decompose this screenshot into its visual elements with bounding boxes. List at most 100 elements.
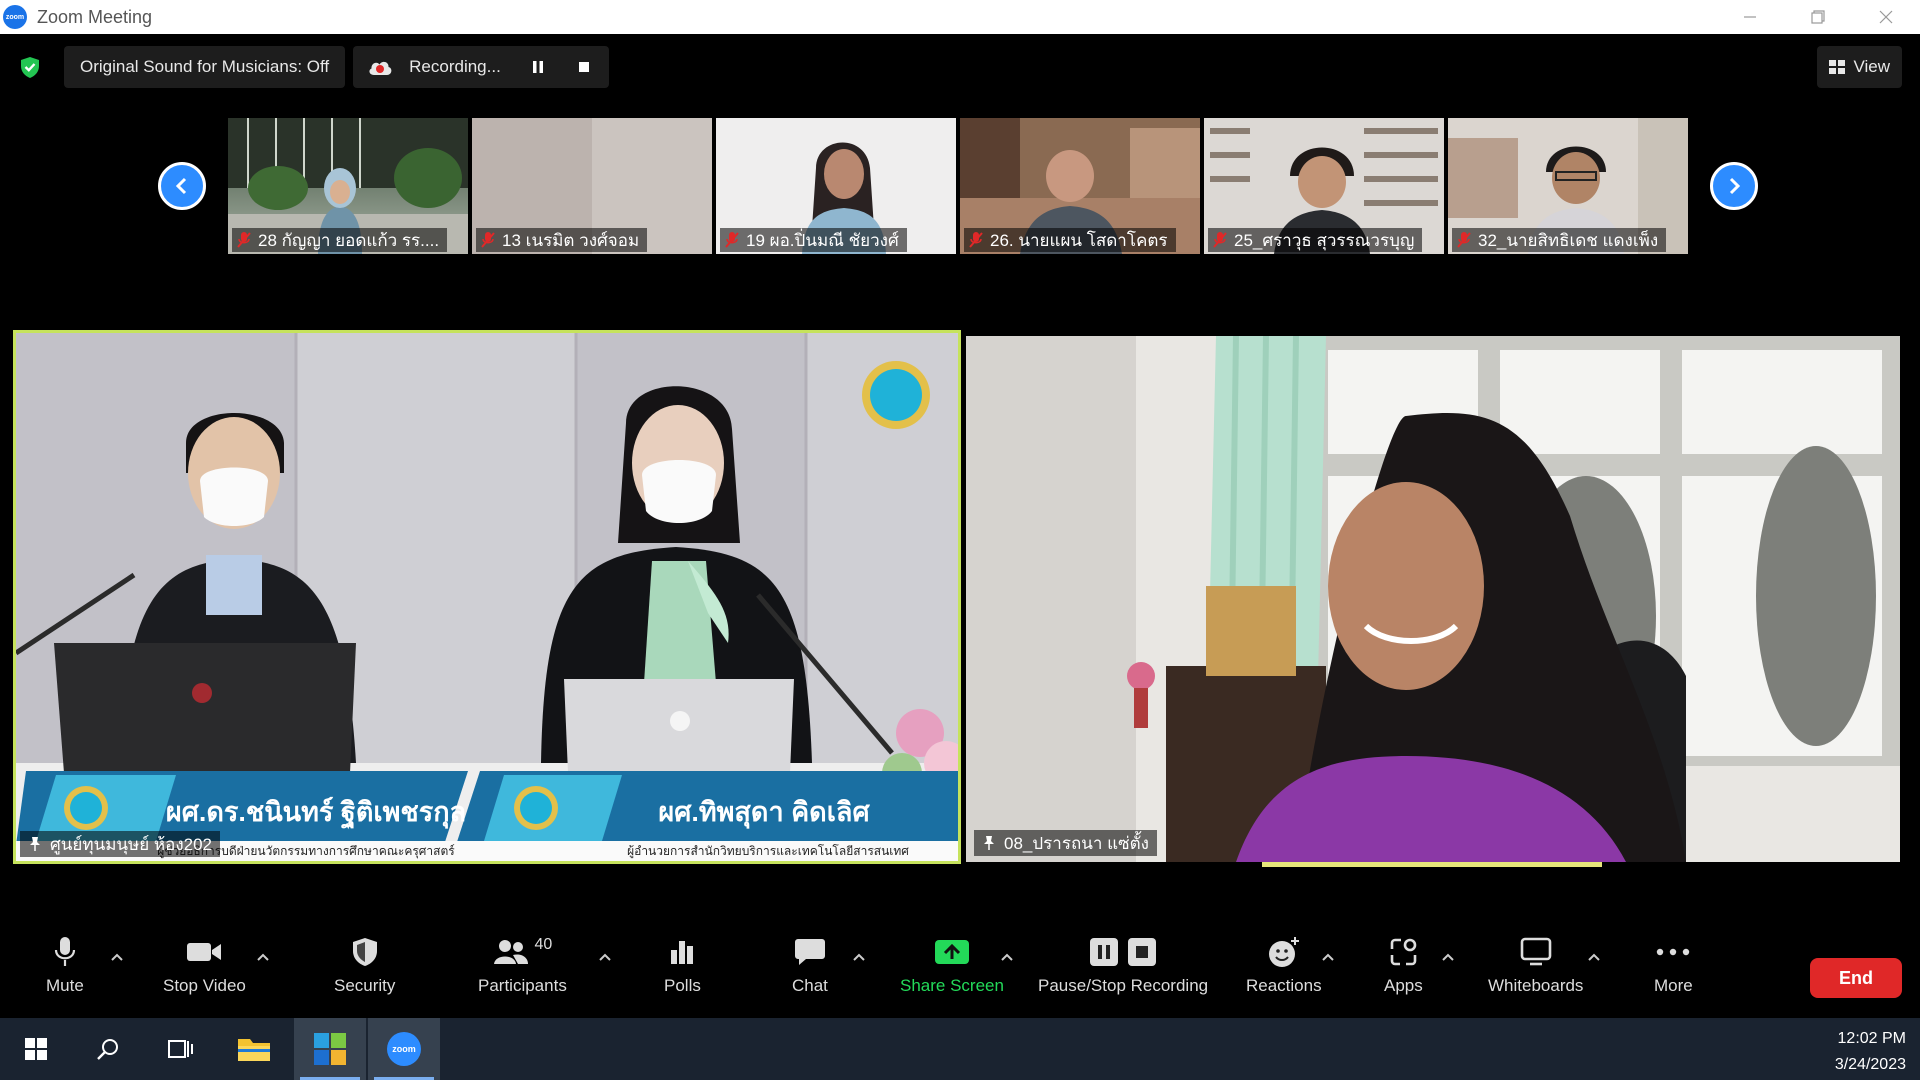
end-meeting-button[interactable]: End bbox=[1810, 958, 1902, 998]
chat-button[interactable]: Chat bbox=[792, 930, 828, 996]
participants-icon bbox=[493, 940, 528, 964]
restore-icon bbox=[1811, 10, 1825, 24]
security-button[interactable]: Security bbox=[334, 930, 395, 996]
banner-left-name: ผศ.ดร.ชนินทร์ ฐิติเพชรกุล bbox=[166, 796, 466, 830]
end-label: End bbox=[1839, 967, 1873, 988]
whiteboards-button[interactable]: Whiteboards bbox=[1488, 930, 1583, 996]
pin-icon bbox=[984, 836, 994, 850]
store-app-icon bbox=[314, 1033, 346, 1065]
chat-label: Chat bbox=[792, 976, 828, 995]
participant-name: 08_ปรารถนา แซ่ตั้ง bbox=[1004, 833, 1149, 853]
previous-page-button[interactable] bbox=[158, 162, 206, 210]
participants-options-chevron-up-icon[interactable] bbox=[598, 952, 612, 962]
participant-name-label: 25_ศราวุธ สุวรรณวรบุญ bbox=[1208, 228, 1423, 252]
original-sound-toggle[interactable]: Original Sound for Musicians: Off bbox=[64, 46, 346, 88]
participant-tile[interactable]: 28 กัญญา ยอดแก้ว รร.... bbox=[228, 118, 468, 254]
participant-tile[interactable]: 25_ศราวุธ สุวรรณวรบุญ bbox=[1204, 118, 1444, 254]
participant-name: ศูนย์ทุนมนุษย์ ห้อง202 bbox=[50, 834, 212, 854]
pause-stop-recording-label: Pause/Stop Recording bbox=[1038, 976, 1209, 995]
reactions-button[interactable]: Reactions bbox=[1246, 930, 1322, 996]
task-view-icon bbox=[168, 1040, 193, 1058]
zoom-taskbar-icon-text: zoom bbox=[392, 1044, 416, 1054]
polls-button[interactable]: Polls bbox=[664, 930, 701, 996]
more-dots-icon bbox=[1657, 948, 1690, 956]
zoom-taskbar-icon: zoom bbox=[387, 1032, 421, 1066]
video-options-chevron-up-icon[interactable] bbox=[256, 952, 270, 962]
reactions-label: Reactions bbox=[1246, 976, 1322, 995]
whiteboard-icon bbox=[1520, 937, 1552, 966]
whiteboards-options-chevron-up-icon[interactable] bbox=[1587, 952, 1601, 962]
participant-name-label: 13 เนรมิต วงศ์จอม bbox=[476, 228, 648, 252]
participant-name-label: ศูนย์ทุนมนุษย์ ห้อง202 bbox=[20, 831, 220, 857]
search-button[interactable] bbox=[72, 1018, 144, 1080]
bar-chart-icon bbox=[671, 941, 694, 964]
participant-name: 19 ผอ.ปิ่นมณี ชัยวงศ์ bbox=[746, 230, 899, 250]
pause-stop-recording-button[interactable]: Pause/Stop Recording bbox=[1038, 930, 1208, 996]
participant-name: 25_ศราวุธ สุวรรณวรบุญ bbox=[1234, 230, 1415, 250]
zoom-taskbar-button[interactable]: zoom bbox=[368, 1018, 440, 1080]
muted-mic-icon bbox=[1457, 232, 1471, 248]
window-controls bbox=[1716, 0, 1920, 34]
participant-tile[interactable]: 13 เนรมิต วงศ์จอม bbox=[472, 118, 712, 254]
participant-tile[interactable]: 19 ผอ.ปิ่นมณี ชัยวงศ์ bbox=[716, 118, 956, 254]
apps-icon bbox=[1391, 938, 1417, 966]
store-app-button[interactable] bbox=[294, 1018, 366, 1080]
participant-tile[interactable]: 26. นายแผน โสดาโคตร bbox=[960, 118, 1200, 254]
meeting-toolbar: Mute Stop Video Security 40 Participants… bbox=[0, 920, 1920, 1018]
microphone-icon bbox=[54, 937, 75, 966]
share-options-chevron-up-icon[interactable] bbox=[1000, 952, 1014, 962]
mute-button[interactable]: Mute bbox=[46, 930, 84, 996]
stop-recording-button[interactable] bbox=[575, 58, 593, 76]
windows-logo-icon bbox=[25, 1038, 47, 1060]
share-screen-label: Share Screen bbox=[900, 976, 1004, 995]
video-camera-icon bbox=[187, 943, 222, 961]
main-video-tile[interactable]: ผศ.ดร.ชนินทร์ ฐิติเพชรกุล ผู้ช่วยอธิการบ… bbox=[13, 330, 961, 864]
shield-check-icon[interactable] bbox=[18, 55, 42, 79]
cloud-recording-icon bbox=[369, 61, 392, 75]
security-label: Security bbox=[334, 976, 396, 995]
chevron-left-icon bbox=[175, 177, 187, 195]
file-explorer-button[interactable] bbox=[218, 1018, 290, 1080]
meeting-area: Original Sound for Musicians: Off Record… bbox=[0, 34, 1920, 1018]
audio-options-chevron-up-icon[interactable] bbox=[110, 952, 124, 962]
whiteboards-label: Whiteboards bbox=[1488, 976, 1584, 995]
original-sound-label: Original Sound for Musicians: Off bbox=[80, 57, 330, 76]
restore-button[interactable] bbox=[1784, 0, 1852, 34]
share-screen-button[interactable]: Share Screen bbox=[900, 930, 1004, 996]
start-button[interactable] bbox=[0, 1018, 72, 1080]
zoom-app-icon: zoom bbox=[3, 5, 27, 29]
banner-right-subtitle: ผู้อำนวยการสำนักวิทยบริการและเทคโนโลยีสา… bbox=[627, 844, 909, 859]
participant-name-label: 08_ปรารถนา แซ่ตั้ง bbox=[974, 830, 1157, 856]
participant-tile[interactable]: 32_นายสิทธิเดช แดงเพ็ง bbox=[1448, 118, 1688, 254]
apps-label: Apps bbox=[1384, 976, 1423, 995]
view-button[interactable]: View bbox=[1817, 46, 1902, 88]
close-button[interactable] bbox=[1852, 0, 1920, 34]
next-page-button[interactable] bbox=[1710, 162, 1758, 210]
chat-options-chevron-up-icon[interactable] bbox=[852, 952, 866, 962]
more-label: More bbox=[1654, 976, 1693, 995]
participant-name: 28 กัญญา ยอดแก้ว รร.... bbox=[258, 230, 440, 250]
apps-button[interactable]: Apps bbox=[1384, 930, 1423, 996]
participant-name-label: 28 กัญญา ยอดแก้ว รร.... bbox=[232, 228, 448, 252]
polls-label: Polls bbox=[664, 976, 701, 995]
apps-options-chevron-up-icon[interactable] bbox=[1441, 952, 1455, 962]
main-video-tile[interactable]: 08_ปรารถนา แซ่ตั้ง bbox=[966, 336, 1900, 862]
grid-view-icon bbox=[1829, 60, 1846, 74]
more-button[interactable]: More bbox=[1654, 930, 1693, 996]
participants-count: 40 bbox=[534, 936, 553, 953]
reactions-options-chevron-up-icon[interactable] bbox=[1321, 952, 1335, 962]
main-video-scene: ผศ.ดร.ชนินทร์ ฐิติเพชรกุล ผู้ช่วยอธิการบ… bbox=[16, 333, 958, 861]
banner-right-name: ผศ.ทิพสุดา คิดเลิศ bbox=[658, 797, 870, 829]
participants-button[interactable]: 40 Participants bbox=[478, 930, 567, 996]
participant-name-label: 19 ผอ.ปิ่นมณี ชัยวงศ์ bbox=[720, 228, 907, 252]
stop-recording-icon bbox=[1128, 938, 1157, 966]
main-video-scene bbox=[966, 336, 1900, 862]
muted-mic-icon bbox=[969, 232, 983, 248]
stop-video-button[interactable]: Stop Video bbox=[163, 930, 246, 996]
system-clock[interactable]: 12:02 PM 3/24/2023 bbox=[1835, 1026, 1906, 1078]
stop-icon bbox=[578, 62, 589, 72]
search-icon bbox=[97, 1039, 118, 1060]
pause-recording-button[interactable] bbox=[529, 58, 547, 76]
minimize-button[interactable] bbox=[1716, 0, 1784, 34]
task-view-button[interactable] bbox=[144, 1018, 216, 1080]
